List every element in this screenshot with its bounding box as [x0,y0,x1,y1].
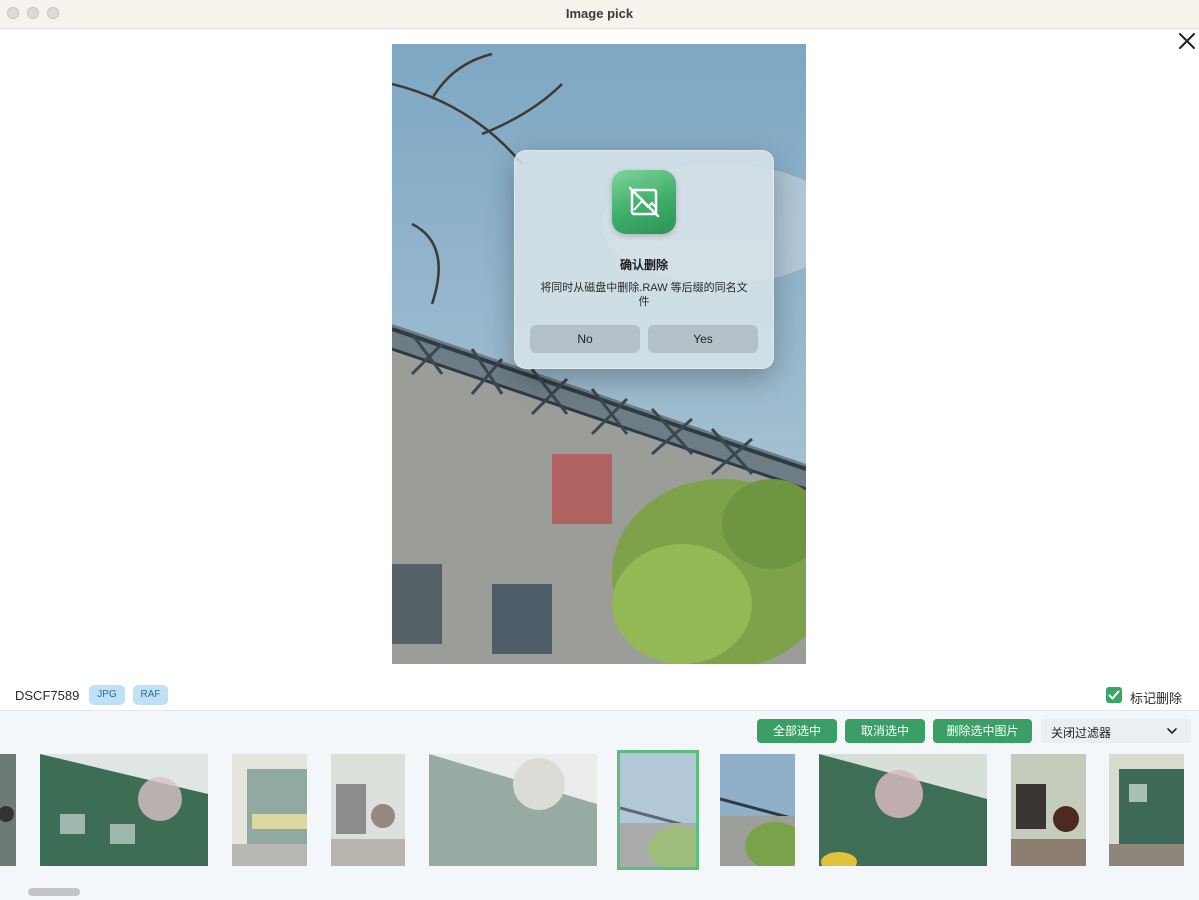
delete-selected-button[interactable]: 删除选中图片 [933,719,1032,743]
format-badge-raf: RAF [133,685,168,705]
close-icon[interactable] [1176,30,1198,52]
mark-delete-checkbox[interactable] [1106,687,1122,703]
confirm-delete-dialog: 确认删除 将同时从磁盘中删除.RAW 等后缀的同名文件 No Yes [514,150,774,369]
filter-select[interactable]: 关闭过滤器 [1041,719,1191,743]
format-badge-jpg: JPG [89,685,125,705]
mark-delete-label: 标记删除 [1130,691,1183,706]
thumbnail[interactable] [331,754,405,866]
thumbnail[interactable] [720,754,795,866]
window-title: Image pick [565,6,634,21]
deselect-button[interactable]: 取消选中 [845,719,925,743]
thumbnail[interactable] [0,754,16,866]
yes-button[interactable]: Yes [648,325,758,353]
no-image-icon [612,170,676,234]
filter-select-value: 关闭过滤器 [1051,726,1112,740]
checkmark-icon [1108,690,1120,700]
thumbnail-selected[interactable] [617,750,699,870]
thumbnail[interactable] [40,754,208,866]
horizontal-scrollbar[interactable] [28,888,80,896]
dialog-message: 将同时从磁盘中删除.RAW 等后缀的同名文件 [540,282,748,308]
select-all-button[interactable]: 全部选中 [757,719,837,743]
thumbnail[interactable] [819,754,987,866]
thumbnail[interactable] [232,754,307,866]
thumbnail[interactable] [1109,754,1184,866]
title-bar: Image pick [0,0,1199,29]
file-name: DSCF7589 [15,688,80,703]
chevron-down-icon [1167,728,1177,735]
dialog-title: 确认删除 [619,258,668,272]
thumbnail[interactable] [429,754,597,866]
thumbnail[interactable] [1011,754,1086,866]
no-button[interactable]: No [530,325,640,353]
